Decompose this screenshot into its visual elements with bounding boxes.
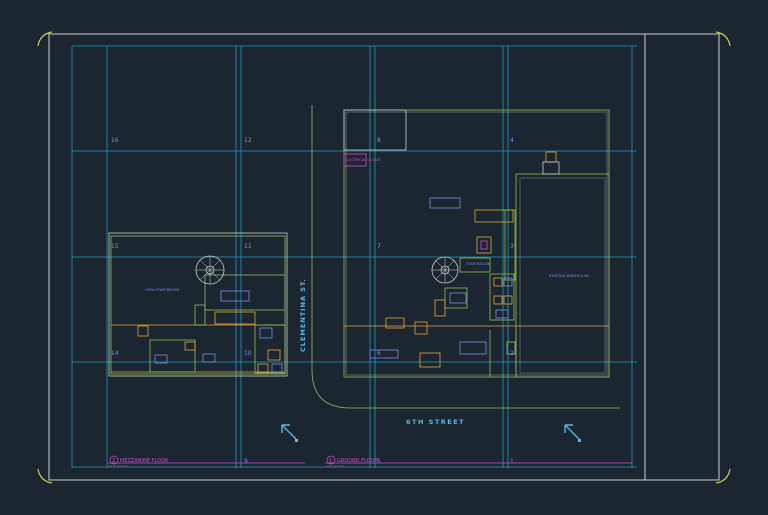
grid-label: 7 [377, 243, 381, 250]
north-arrow-icon [564, 424, 581, 442]
ground-floor-plan [343, 109, 610, 378]
grid-label: 2 [510, 350, 514, 357]
grid-label: 14 [111, 350, 119, 357]
grid-label: 9 [244, 458, 248, 465]
grid-label: 16 [111, 137, 119, 144]
title-scale: 1/16" = 1'-0" [108, 464, 128, 468]
title-scale: 1/16" = 1'-0" [325, 464, 345, 468]
grid-label: 3 [510, 243, 514, 250]
corner-brackets [37, 31, 731, 484]
grid-label: 11 [244, 243, 252, 250]
grid-label: 12 [244, 137, 252, 144]
room-label: ELECTRICAL CLOSET [345, 158, 382, 162]
street-label-horizontal: 6TH STREET [406, 418, 465, 426]
mezzanine-plan [108, 232, 288, 377]
grid-labels: 16 15 14 12 11 10 8 7 6 4 3 2 9 5 1 [111, 137, 514, 465]
grid-label: 10 [244, 350, 252, 357]
grid-label: 15 [111, 243, 119, 250]
title-block-right: 1 GROUND FLOOR 1/16" = 1'-0" [325, 455, 632, 468]
grid-label: 6 [377, 350, 381, 357]
street-label-vertical: CLEMENTINA ST. [299, 278, 307, 352]
room-label: OPEN STAIR BELOW [145, 288, 180, 292]
north-arrow-icon [281, 424, 298, 442]
room-label: EXISTING WAREHOUSE [549, 274, 589, 278]
cad-drawing: 16 15 14 12 11 10 8 7 6 4 3 2 9 5 1 OPEN… [37, 31, 731, 484]
title-block-left: 2 MEZZANINE FLOOR 1/16" = 1'-0" [108, 455, 305, 468]
grid-lines [71, 45, 637, 468]
room-label: STAIR BELOW [466, 262, 490, 266]
street-curb [311, 105, 620, 409]
grid-label: 4 [510, 137, 514, 144]
grid-label: 1 [510, 458, 514, 465]
grid-label: 8 [377, 137, 381, 144]
